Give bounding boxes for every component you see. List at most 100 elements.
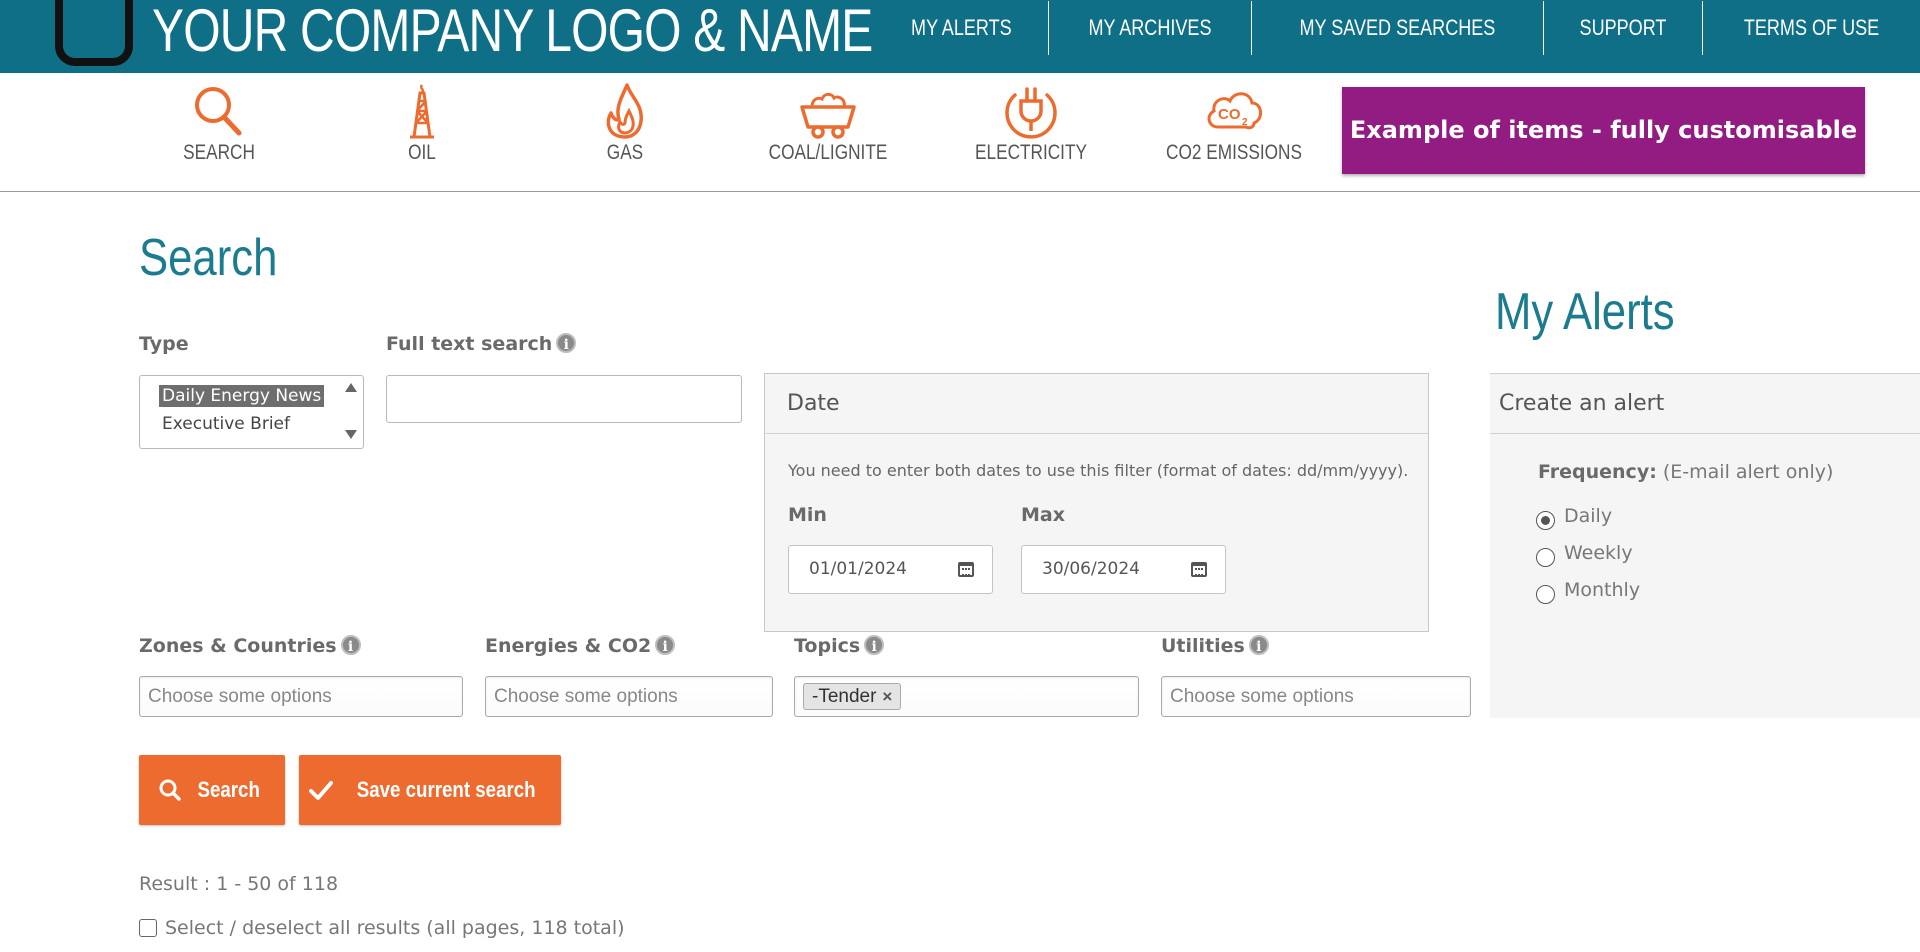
zones-label-row: Zones & Countries i (139, 635, 361, 657)
category-electricity[interactable]: ELECTRICITY (941, 83, 1121, 165)
fulltext-label-row: Full text search i (386, 333, 577, 355)
top-bar: YOUR COMPANY LOGO & NAME MY ALERTS MY AR… (0, 0, 1920, 73)
nav-divider (1251, 1, 1253, 55)
category-label: ELECTRICITY (975, 141, 1087, 164)
co2-cloud-icon: CO 2 (1207, 92, 1262, 130)
date-hint: You need to enter both dates to use this… (788, 461, 1409, 480)
search-icon (159, 779, 182, 801)
select-all-label: Select / deselect all results (all pages… (165, 917, 625, 939)
energies-label: Energies & CO2 (485, 635, 652, 657)
type-label: Type (139, 333, 189, 355)
promo-banner[interactable]: Example of items - fully customisable (1342, 87, 1865, 174)
frequency-option-monthly[interactable]: Monthly (1536, 579, 1640, 604)
category-label: OIL (408, 141, 436, 164)
coal-cart-icon (800, 92, 856, 139)
scroll-down-arrow-icon[interactable] (345, 430, 357, 439)
category-co2-emissions[interactable]: CO 2 CO2 EMISSIONS (1144, 83, 1324, 165)
create-alert-title: Create an alert (1490, 374, 1920, 434)
result-count: Result : 1 - 50 of 118 (139, 873, 339, 895)
topic-chip-label: -Tender (812, 686, 877, 707)
info-icon[interactable]: i (340, 635, 361, 655)
type-listbox[interactable]: Daily Energy News Executive Brief (139, 375, 364, 449)
company-logo[interactable] (55, 0, 133, 66)
fulltext-search-input[interactable] (386, 375, 742, 423)
svg-text:2: 2 (1242, 117, 1248, 128)
type-option-executive-brief[interactable]: Executive Brief (159, 413, 293, 435)
utilities-label-row: Utilities i (1161, 635, 1269, 657)
info-icon[interactable]: i (1248, 635, 1269, 655)
page-title: Search (139, 229, 278, 287)
info-icon[interactable]: i (655, 635, 676, 655)
frequency-row: Frequency: (E-mail alert only) (1538, 461, 1833, 483)
alerts-title: My Alerts (1495, 283, 1675, 341)
nav-my-archives[interactable]: MY ARCHIVES (1067, 0, 1233, 56)
topics-label-row: Topics i (794, 635, 885, 657)
calendar-icon[interactable] (958, 562, 974, 577)
fulltext-label: Full text search (386, 333, 553, 355)
date-filter-panel: Date You need to enter both dates to use… (764, 373, 1429, 632)
category-label: SEARCH (183, 141, 255, 164)
category-label: CO2 EMISSIONS (1166, 141, 1302, 164)
date-max-input[interactable]: 30/06/2024 (1021, 545, 1226, 594)
nav-divider (1048, 1, 1050, 55)
category-label: GAS (606, 141, 644, 164)
calendar-icon[interactable] (1191, 562, 1207, 577)
utilities-label: Utilities (1161, 635, 1245, 657)
date-min-input[interactable]: 01/01/2024 (788, 545, 993, 594)
energies-co2-select[interactable]: Choose some options (485, 676, 773, 717)
company-name[interactable]: YOUR COMPANY LOGO & NAME (152, 0, 873, 62)
nav-my-alerts[interactable]: MY ALERTS (889, 0, 1032, 56)
info-icon[interactable]: i (864, 635, 885, 655)
radio-label: Weekly (1564, 542, 1633, 564)
zones-countries-select[interactable]: Choose some options (139, 676, 463, 717)
radio-label: Daily (1564, 505, 1613, 527)
search-button-label: Search (197, 777, 261, 802)
date-panel-title: Date (765, 374, 1428, 434)
save-search-button[interactable]: Save current search (299, 755, 561, 825)
flame-icon (606, 83, 643, 139)
nav-divider (1701, 1, 1703, 55)
checkmark-icon (308, 781, 333, 800)
select-all-checkbox[interactable] (139, 919, 157, 937)
topic-chip: -Tender × (803, 683, 902, 710)
frequency-option-weekly[interactable]: Weekly (1536, 542, 1633, 567)
date-max-label: Max (1021, 504, 1065, 526)
frequency-label: Frequency: (1538, 461, 1657, 483)
search-button[interactable]: Search (139, 755, 285, 825)
date-min-value: 01/01/2024 (809, 559, 907, 579)
svg-text:CO: CO (1218, 106, 1241, 123)
date-min-label: Min (788, 504, 827, 526)
create-alert-panel: Create an alert Frequency: (E-mail alert… (1490, 373, 1920, 718)
energies-label-row: Energies & CO2 i (485, 635, 676, 657)
info-icon[interactable]: i (556, 333, 577, 353)
search-icon (195, 87, 242, 136)
category-gas[interactable]: GAS (535, 83, 715, 165)
category-oil[interactable]: OIL (332, 83, 512, 165)
radio-label: Monthly (1564, 579, 1641, 601)
type-option-daily-energy-news[interactable]: Daily Energy News (159, 385, 325, 407)
radio-button[interactable] (1536, 511, 1555, 530)
category-coal-lignite[interactable]: COAL/LIGNITE (738, 83, 918, 165)
category-label: COAL/LIGNITE (768, 141, 888, 164)
nav-support[interactable]: SUPPORT (1558, 0, 1688, 56)
utilities-select[interactable]: Choose some options (1161, 676, 1471, 717)
nav-my-saved-searches[interactable]: MY SAVED SEARCHES (1278, 0, 1516, 56)
frequency-note: (E-mail alert only) (1662, 461, 1834, 483)
date-max-value: 30/06/2024 (1042, 559, 1140, 579)
zones-label: Zones & Countries (139, 635, 337, 657)
scroll-up-arrow-icon[interactable] (345, 383, 357, 392)
category-search[interactable]: SEARCH (129, 83, 309, 165)
frequency-option-daily[interactable]: Daily (1536, 505, 1612, 530)
nav-terms-of-use[interactable]: TERMS OF USE (1723, 0, 1901, 56)
radio-button[interactable] (1536, 585, 1555, 604)
topics-select[interactable]: -Tender × (794, 676, 1139, 717)
chip-remove-icon[interactable]: × (882, 687, 892, 706)
radio-button[interactable] (1536, 548, 1555, 567)
save-search-button-label: Save current search (356, 777, 536, 802)
top-nav: MY ALERTS MY ARCHIVES MY SAVED SEARCHES … (874, 0, 1920, 56)
oil-derrick-icon (410, 84, 434, 139)
select-all-results[interactable]: Select / deselect all results (all pages… (139, 917, 625, 939)
nav-divider (1543, 1, 1545, 55)
topics-label: Topics (794, 635, 861, 657)
plug-icon (1005, 87, 1057, 139)
